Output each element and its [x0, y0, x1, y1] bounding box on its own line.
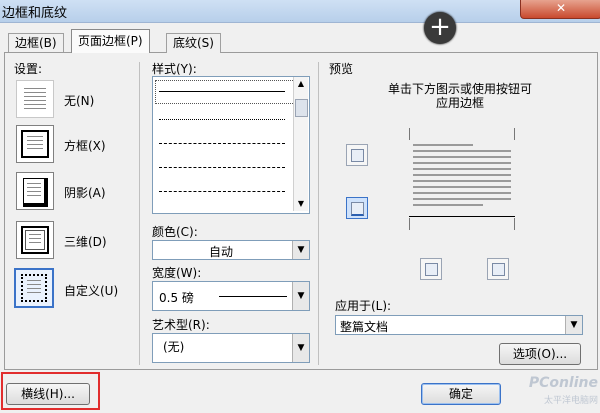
right-border-icon — [492, 263, 505, 276]
setting-box-label[interactable]: 方框(X) — [64, 137, 106, 154]
setting-custom-icon[interactable] — [14, 268, 54, 308]
setting-none-icon[interactable] — [16, 80, 54, 118]
column-separator — [139, 62, 140, 365]
apply-to-label: 应用于(L): — [335, 299, 392, 313]
preview-instruction-line2: 应用边框 — [435, 96, 484, 110]
style-dotted-line[interactable] — [159, 119, 285, 120]
color-value: 自动 — [209, 245, 234, 259]
bottom-border-icon — [351, 202, 364, 216]
setting-box-icon[interactable] — [16, 125, 54, 163]
left-border-button[interactable] — [420, 258, 442, 280]
art-label: 艺术型(R): — [152, 318, 210, 332]
width-dropdown[interactable]: 0.5 磅 ▼ — [152, 281, 310, 311]
tab-shading[interactable]: 底纹(S) — [166, 33, 221, 53]
style-list-scrollbar[interactable]: ▲ ▼ — [293, 77, 308, 211]
chevron-down-icon[interactable]: ▼ — [292, 282, 309, 310]
style-selected-item[interactable] — [155, 80, 295, 104]
scroll-thumb[interactable] — [295, 99, 308, 117]
setting-shadow-icon[interactable] — [16, 172, 54, 210]
width-line-sample — [219, 296, 287, 297]
color-label: 颜色(C): — [152, 225, 198, 239]
watermark-tagline: 太平洋电脑网 — [543, 396, 598, 406]
close-button[interactable]: ✕ — [520, 0, 600, 19]
style-solid-line[interactable] — [159, 91, 285, 92]
tab-borders[interactable]: 边框(B) — [8, 33, 64, 53]
style-dashed-small-line[interactable] — [159, 143, 285, 144]
setting-none-label[interactable]: 无(N) — [64, 92, 94, 109]
color-dropdown[interactable]: 自动 ▼ — [152, 240, 310, 260]
style-list[interactable] — [152, 76, 310, 214]
scroll-down-icon[interactable]: ▼ — [295, 198, 307, 210]
preview-heading: 预览 — [329, 62, 354, 76]
title-bar: 边框和底纹 ✕ — [0, 0, 600, 23]
style-dashed-line[interactable] — [159, 167, 285, 168]
preview-bottom-border — [409, 216, 515, 217]
settings-heading: 设置: — [14, 62, 43, 76]
top-border-icon — [351, 149, 364, 162]
ok-button[interactable]: 确定 — [421, 383, 501, 405]
setting-custom-label[interactable]: 自定义(U) — [64, 282, 118, 299]
window-title: 边框和底纹 — [2, 6, 68, 21]
zoom-plus-icon[interactable]: + — [424, 12, 456, 44]
bottom-border-button[interactable] — [346, 197, 368, 219]
top-border-button[interactable] — [346, 144, 368, 166]
right-border-button[interactable] — [487, 258, 509, 280]
preview-instructions: 单击下方图示或使用按钮可 应用边框 — [330, 82, 590, 110]
options-button[interactable]: 选项(O)... — [499, 343, 581, 365]
tab-page-border[interactable]: 页面边框(P) — [71, 29, 150, 53]
art-value: (无) — [163, 340, 185, 354]
setting-3d-icon[interactable] — [16, 221, 54, 259]
highlight-box — [1, 372, 100, 410]
width-value: 0.5 磅 — [159, 291, 194, 305]
preview-separator — [318, 62, 319, 365]
style-label: 样式(Y): — [152, 62, 197, 76]
apply-to-dropdown[interactable]: 整篇文档 ▼ — [335, 315, 583, 335]
preview-page[interactable] — [403, 128, 521, 230]
chevron-down-icon[interactable]: ▼ — [292, 334, 309, 362]
art-dropdown[interactable]: (无) ▼ — [152, 333, 310, 363]
preview-instruction-line1: 单击下方图示或使用按钮可 — [387, 82, 532, 96]
width-label: 宽度(W): — [152, 266, 202, 280]
setting-shadow-label[interactable]: 阴影(A) — [64, 184, 106, 201]
chevron-down-icon[interactable]: ▼ — [565, 316, 582, 334]
left-border-icon — [425, 263, 438, 276]
scroll-up-icon[interactable]: ▲ — [295, 78, 307, 90]
close-icon: ✕ — [555, 1, 567, 15]
watermark-brand: PConline — [528, 375, 598, 391]
chevron-down-icon[interactable]: ▼ — [292, 241, 309, 259]
style-dash-dot-line[interactable] — [159, 191, 285, 192]
setting-3d-label[interactable]: 三维(D) — [64, 233, 107, 250]
apply-to-value: 整篇文档 — [340, 320, 389, 334]
